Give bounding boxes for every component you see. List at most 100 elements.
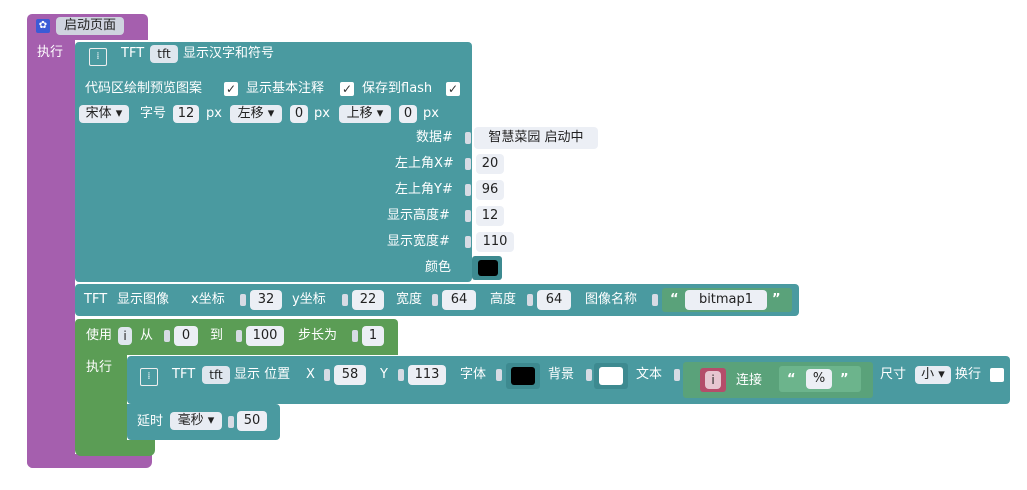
join-quote-close: ”: [840, 372, 849, 387]
print-x-plug: [324, 369, 330, 381]
font-name-value: 宋体: [85, 106, 112, 121]
shift-y-input[interactable]: 0: [399, 105, 417, 123]
checkbox-draw-preview[interactable]: ✓: [224, 82, 238, 96]
x-plug: [465, 158, 471, 170]
image-prefix: TFT: [84, 292, 108, 307]
delay-unit-dropdown[interactable]: 毫秒 ▾: [170, 412, 222, 430]
image-height-label: 高度: [490, 292, 517, 307]
px-unit-3: px: [423, 106, 439, 121]
font-size-label: 字号: [140, 106, 167, 121]
px-unit-2: px: [314, 106, 330, 121]
for-loop-bottom: [75, 440, 155, 456]
color-swatch[interactable]: [478, 260, 498, 276]
print-wrap-label: 换行: [955, 367, 982, 382]
for-to-input[interactable]: 100: [246, 326, 284, 346]
for-step-label: 步长为: [298, 328, 338, 343]
tft-prefix: TFT: [121, 46, 145, 61]
join-label: 连接: [736, 373, 763, 388]
for-var-field[interactable]: i: [118, 327, 132, 345]
width-plug: [465, 236, 471, 248]
print-wrap-checkbox[interactable]: [990, 368, 1004, 382]
gear-icon[interactable]: ✿: [36, 19, 50, 33]
print-y-input[interactable]: 113: [408, 365, 446, 385]
x-label: 左上角X#: [395, 156, 454, 171]
event-title-field[interactable]: 启动页面: [56, 17, 124, 35]
image-name-quote-open: “: [670, 292, 679, 307]
print-y-plug: [398, 369, 404, 381]
for-from-input[interactable]: 0: [174, 326, 198, 346]
checkbox-save-flash[interactable]: ✓: [446, 82, 460, 96]
print-mutator-icon[interactable]: ⁞: [140, 368, 158, 386]
delay-label: 延时: [137, 414, 164, 429]
print-device-field[interactable]: tft: [202, 366, 230, 384]
print-bg-label: 背景: [548, 367, 575, 382]
for-use-label: 使用: [86, 328, 113, 343]
checkbox-draw-preview-label: 代码区绘制预览图案: [85, 81, 203, 96]
x-input[interactable]: 20: [476, 154, 504, 174]
shift-x-dropdown[interactable]: 左移 ▾: [230, 105, 282, 123]
checkbox-show-comments[interactable]: ✓: [340, 82, 354, 96]
image-height-input[interactable]: 64: [537, 290, 571, 310]
print-y-label: Y: [380, 367, 388, 382]
image-name-quote-close: ”: [772, 292, 781, 307]
event-do-label: 执行: [37, 45, 64, 60]
shift-y-dropdown[interactable]: 上移 ▾: [339, 105, 391, 123]
for-from-label: 从: [140, 328, 154, 343]
image-name-plug: [652, 294, 658, 306]
print-bg-color-swatch[interactable]: [599, 367, 623, 385]
print-font-color-swatch[interactable]: [511, 367, 535, 385]
image-x-plug: [240, 294, 246, 306]
shift-x-value: 左移: [237, 106, 264, 121]
image-x-input[interactable]: 32: [250, 290, 282, 310]
mutator-icon[interactable]: ⁞: [89, 48, 107, 66]
print-bg-plug: [586, 369, 592, 381]
image-title: 显示图像: [117, 292, 170, 307]
for-step-input[interactable]: 1: [362, 326, 384, 346]
data-plug: [465, 132, 471, 144]
print-font-plug: [496, 369, 502, 381]
image-width-input[interactable]: 64: [442, 290, 476, 310]
join-text-input[interactable]: %: [806, 369, 832, 389]
print-size-label: 尺寸: [880, 367, 907, 382]
delay-unit-value: 毫秒: [177, 413, 204, 428]
shift-y-value: 上移: [346, 106, 373, 121]
width-input[interactable]: 110: [476, 232, 514, 252]
event-block-body: [27, 38, 75, 468]
font-size-input[interactable]: 12: [173, 105, 199, 123]
print-prefix: TFT: [172, 367, 196, 382]
font-name-dropdown[interactable]: 宋体 ▾: [79, 105, 129, 123]
height-plug: [465, 210, 471, 222]
print-text-label: 文本: [636, 367, 663, 382]
print-x-input[interactable]: 58: [334, 365, 366, 385]
print-size-value: 小: [921, 367, 935, 382]
data-label: 数据#: [416, 130, 453, 145]
delay-input[interactable]: 50: [237, 411, 267, 431]
shift-x-input[interactable]: 0: [290, 105, 308, 123]
tft-text-title: 显示汉字和符号: [183, 46, 275, 61]
join-quote-open: “: [787, 372, 796, 387]
tft-device-field[interactable]: tft: [150, 45, 178, 63]
image-y-plug: [342, 294, 348, 306]
event-block-bottom: [27, 454, 152, 468]
image-width-label: 宽度: [396, 292, 423, 307]
for-step-plug: [352, 330, 358, 342]
image-name-label: 图像名称: [585, 292, 638, 307]
image-y-label: y坐标: [292, 292, 326, 307]
image-height-plug: [527, 294, 533, 306]
image-y-input[interactable]: 22: [352, 290, 384, 310]
print-title: 显示 位置: [234, 367, 291, 382]
image-width-plug: [432, 294, 438, 306]
height-label: 显示高度#: [387, 208, 450, 223]
print-text-plug: [674, 369, 680, 381]
y-input[interactable]: 96: [476, 180, 504, 200]
checkbox-show-comments-label: 显示基本注释: [246, 81, 325, 96]
print-font-label: 字体: [460, 367, 487, 382]
height-input[interactable]: 12: [476, 206, 504, 226]
width-label: 显示宽度#: [387, 234, 450, 249]
print-x-label: X: [306, 367, 315, 382]
image-name-input[interactable]: bitmap1: [685, 290, 767, 310]
join-var-field[interactable]: i: [705, 371, 721, 389]
data-input[interactable]: 智慧菜园 启动中: [474, 127, 598, 149]
print-size-dropdown[interactable]: 小 ▾: [915, 366, 951, 384]
for-from-plug: [164, 330, 170, 342]
